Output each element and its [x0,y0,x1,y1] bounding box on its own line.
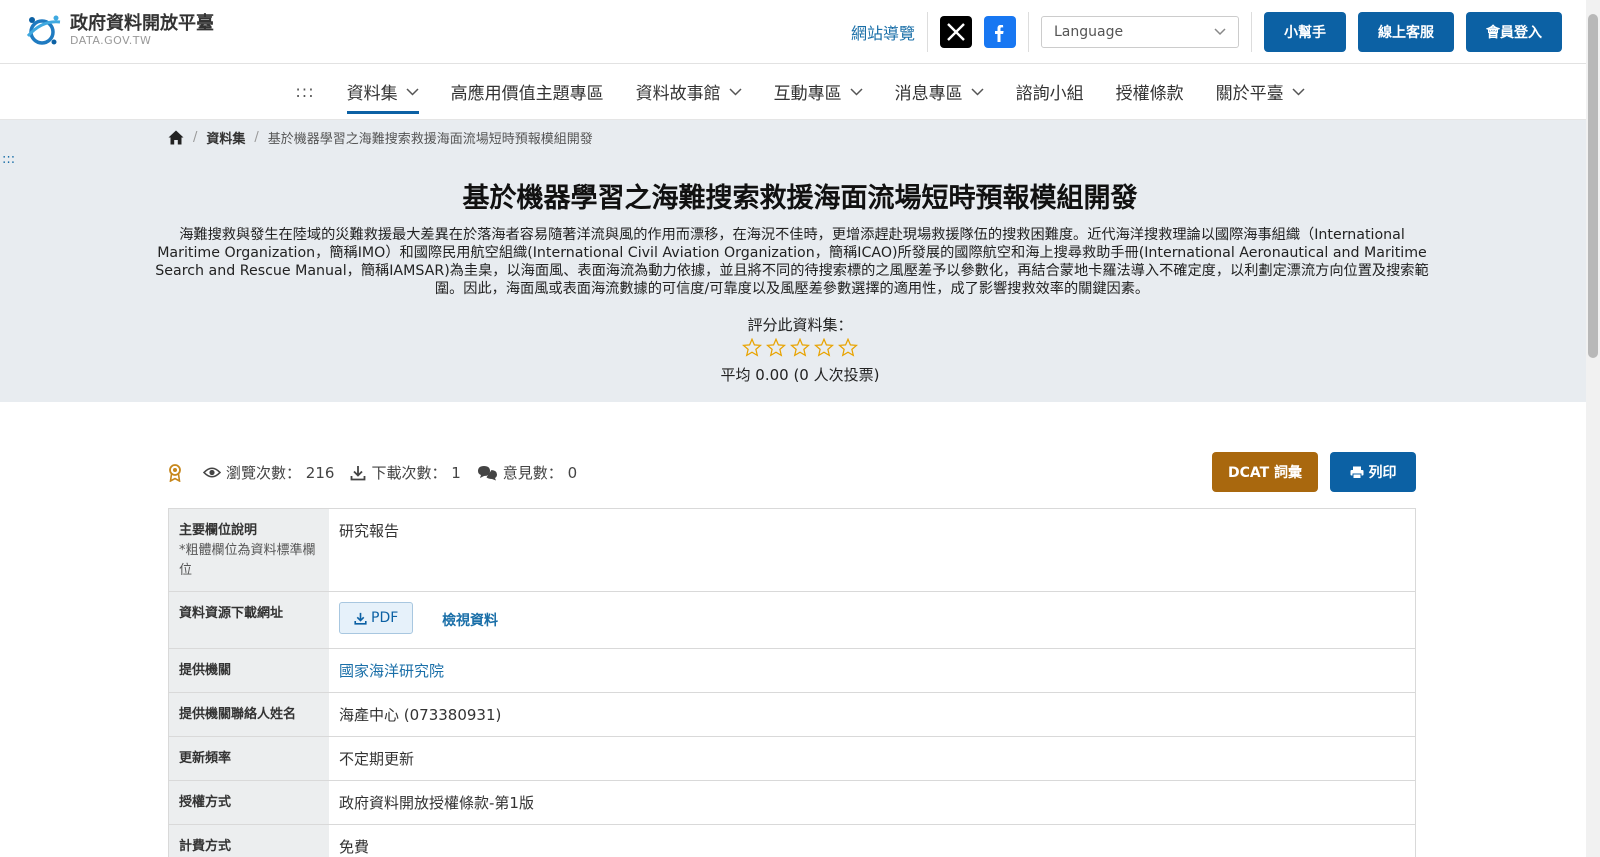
view-data-link[interactable]: 檢視資料 [442,613,498,629]
dcat-button[interactable]: DCAT 詞彙 [1212,452,1318,492]
facebook-icon[interactable] [984,16,1016,48]
dataset-description: 海難搜救與發生在陸域的災難救援最大差異在於落海者容易隨著洋流與風的作用而漂移，在… [155,227,1429,297]
contact-value: 海產中心 (073380931) [339,706,502,724]
star-icon[interactable] [814,338,834,357]
nav-item-about[interactable]: 關於平臺 [1200,64,1321,120]
chevron-down-icon [406,87,419,96]
star-icon[interactable] [742,338,762,357]
content-accesskey[interactable]: ::: [2,152,15,167]
nav-item-high-value[interactable]: 高應用價值主題專區 [435,64,620,120]
member-login-button[interactable]: 會員登入 [1466,12,1562,52]
sitemap-link[interactable]: 網站導覽 [851,20,915,44]
nav-accesskey[interactable]: ::: [279,64,330,120]
logo-subtitle: DATA.GOV.TW [70,34,152,47]
dataset-info-table: 主要欄位說明 *粗體欄位為資料標準欄位 研究報告 資料資源下載網址 PDF 檢視… [168,508,1416,857]
table-row: 提供機關 國家海洋研究院 [169,649,1415,693]
row-label-agency: 提供機關 [169,649,329,692]
main-fields-value: 研究報告 [339,522,400,540]
rating-stars [0,338,1600,357]
scrollbar-thumb[interactable] [1588,14,1598,358]
site-logo[interactable]: 政府資料開放平臺 DATA.GOV.TW [24,12,214,48]
row-label-license: 授權方式 [169,781,329,824]
chevron-down-icon [1214,28,1226,36]
star-icon[interactable] [766,338,786,357]
rating-label: 評分此資料集： [747,316,853,334]
nav-item-news[interactable]: 消息專區 [879,64,1000,120]
row-label-frequency: 更新頻率 [169,737,329,780]
comments-icon [477,465,497,480]
views-count: 216 [305,463,335,482]
fee-value: 免費 [339,838,370,856]
eye-icon [203,467,221,478]
rating-average: 平均 0.00 (0 人次投票) [720,366,880,384]
printer-icon [1350,466,1363,479]
download-icon [351,465,366,480]
dataset-stats: 瀏覽次數： 216 下載次數： 1 意見數： 0 [168,462,593,483]
downloads-count: 1 [451,463,461,482]
online-service-button[interactable]: 線上客服 [1358,12,1454,52]
print-button[interactable]: 列印 [1330,452,1416,492]
table-row: 主要欄位說明 *粗體欄位為資料標準欄位 研究報告 [169,509,1415,592]
row-note: *粗體欄位為資料標準欄位 [179,543,316,578]
comments-count: 0 [567,463,578,482]
language-select[interactable]: Language [1041,16,1239,48]
breadcrumb: / 資料集 / 基於機器學習之海難搜索救援海面流場短時預報模組開發 [168,128,593,147]
dataset-hero: / 資料集 / 基於機器學習之海難搜索救援海面流場短時預報模組開發 ::: 基於… [0,120,1600,402]
logo-icon [24,12,64,48]
helper-button[interactable]: 小幫手 [1264,12,1346,52]
page-title: 基於機器學習之海難搜索救援海面流場短時預報模組開發 [462,183,1138,214]
star-icon[interactable] [838,338,858,357]
table-row: 計費方式 免費 [169,825,1415,857]
downloads-stat: 下載次數： 1 [350,462,461,483]
table-row: 更新頻率 不定期更新 [169,737,1415,781]
site-header: 政府資料開放平臺 DATA.GOV.TW 網站導覽 Language 小幫手 線… [0,0,1600,64]
license-value: 政府資料開放授權條款-第1版 [339,794,534,812]
x-twitter-icon[interactable] [940,16,972,48]
star-icon[interactable] [790,338,810,357]
comments-stat: 意見數： 0 [477,462,577,483]
row-label-main-fields: 主要欄位說明 [179,523,258,538]
chevron-down-icon [1292,87,1305,96]
frequency-value: 不定期更新 [339,750,415,768]
breadcrumb-datasets[interactable]: 資料集 [206,128,245,147]
language-select-value: Language [1054,24,1124,40]
nav-item-advisory[interactable]: 諮詢小組 [1000,64,1100,120]
row-label-fee: 計費方式 [169,825,329,857]
nav-item-datasets[interactable]: 資料集 [331,64,435,120]
nav-item-license[interactable]: 授權條款 [1100,64,1200,120]
table-row: 授權方式 政府資料開放授權條款-第1版 [169,781,1415,825]
row-label-download: 資料資源下載網址 [169,592,329,648]
download-icon [354,612,367,625]
table-row: 資料資源下載網址 PDF 檢視資料 [169,592,1415,649]
award-icon [169,463,181,482]
main-nav: ::: 資料集 高應用價值主題專區 資料故事館 互動專區 消息專區 諮詢小組 授… [0,64,1600,120]
chevron-down-icon [850,87,863,96]
pdf-download-button[interactable]: PDF [339,602,414,634]
breadcrumb-current: 基於機器學習之海難搜索救援海面流場短時預報模組開發 [267,132,593,147]
row-label-contact: 提供機關聯絡人姓名 [169,693,329,736]
nav-item-interactive[interactable]: 互動專區 [758,64,879,120]
agency-link[interactable]: 國家海洋研究院 [339,662,444,680]
chevron-down-icon [729,87,742,96]
logo-title: 政府資料開放平臺 [70,13,214,34]
scrollbar[interactable] [1586,0,1600,857]
chevron-down-icon [971,87,984,96]
nav-item-stories[interactable]: 資料故事館 [620,64,758,120]
table-row: 提供機關聯絡人姓名 海產中心 (073380931) [169,693,1415,737]
views-stat: 瀏覽次數： 216 [203,462,334,483]
home-icon[interactable] [168,130,184,145]
